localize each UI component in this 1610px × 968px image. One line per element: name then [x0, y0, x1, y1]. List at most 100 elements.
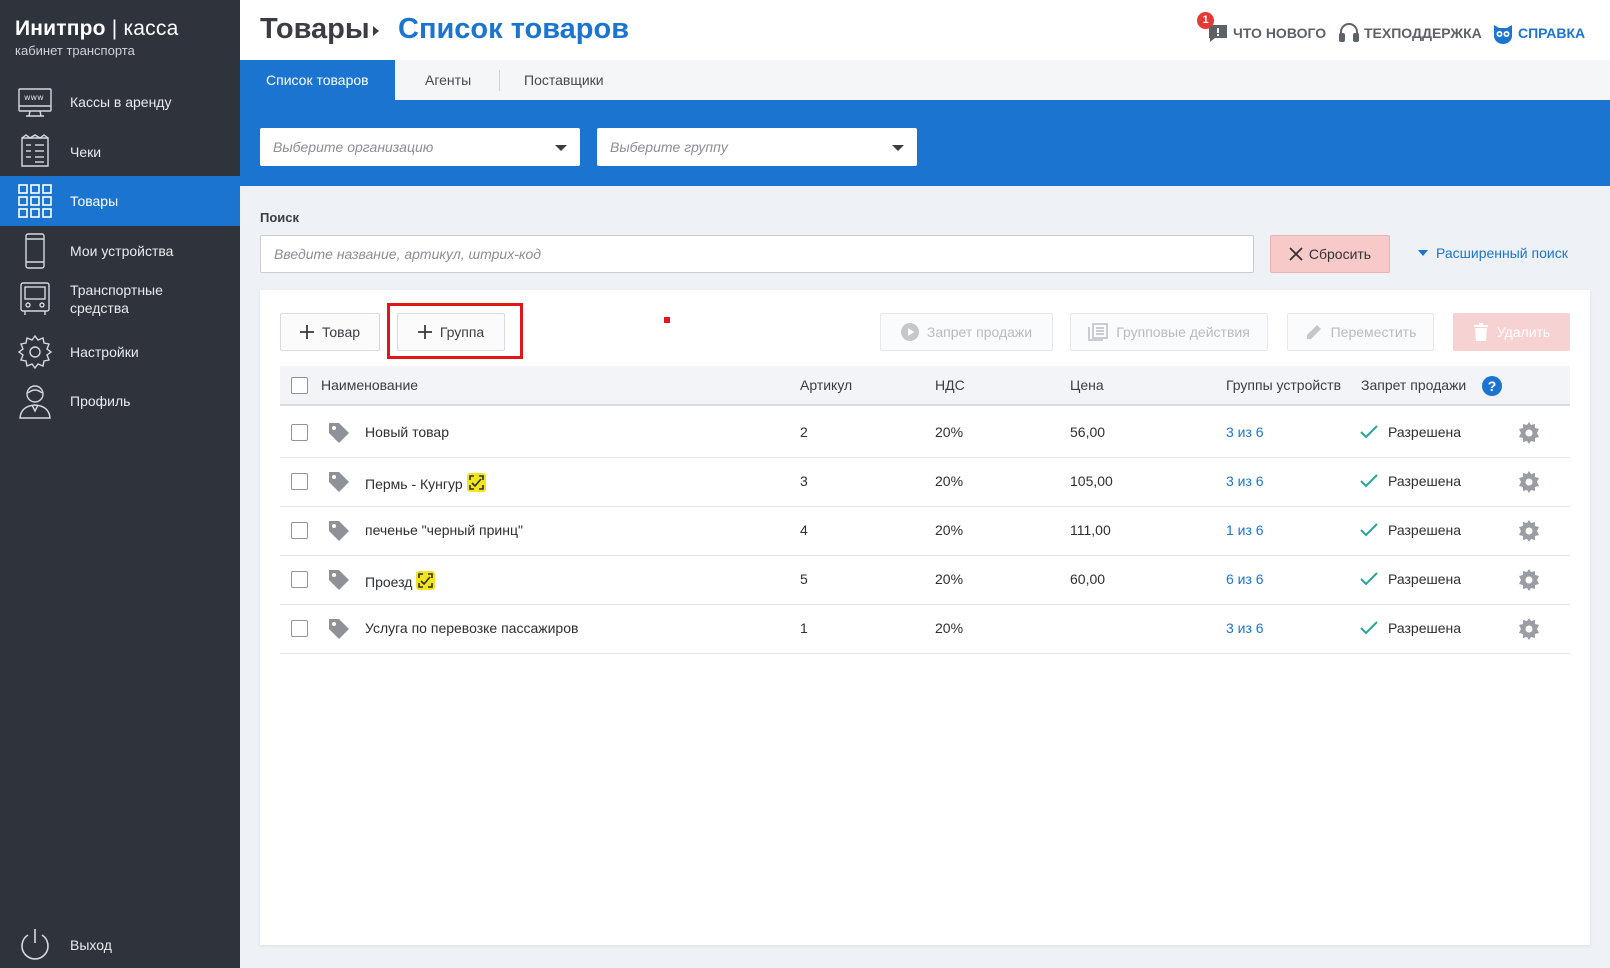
table-row[interactable]: печенье "черный принц" 4 20% 111,00 1 из…	[280, 506, 1570, 556]
product-name[interactable]: Пермь - Кунгур	[365, 473, 486, 492]
ban-sale-button[interactable]: Запрет продажи	[880, 313, 1053, 351]
reset-label: Сбросить	[1308, 246, 1372, 262]
breadcrumb-arrow-icon	[373, 26, 379, 36]
chevron-down-icon	[892, 145, 904, 151]
sidebar-item-profile[interactable]: Профиль	[0, 376, 240, 426]
move-label: Переместить	[1330, 324, 1417, 340]
organization-select[interactable]: Выберите организацию	[260, 128, 580, 166]
device-groups-link[interactable]: 3 из 6	[1226, 424, 1264, 440]
list-actions-icon	[1088, 323, 1109, 341]
gear-icon[interactable]	[1518, 520, 1540, 542]
device-groups-link[interactable]: 3 из 6	[1226, 473, 1264, 489]
gear-icon[interactable]	[1518, 618, 1540, 640]
tab-product-list[interactable]: Список товаров	[240, 60, 395, 101]
caret-down-icon	[1418, 250, 1428, 256]
row-checkbox[interactable]	[291, 571, 308, 588]
tab-agents[interactable]: Агенты	[425, 60, 471, 101]
column-price[interactable]: Цена	[1070, 377, 1104, 393]
table-row[interactable]: Новый товар 2 20% 56,00 3 из 6 Разрешена	[280, 408, 1570, 458]
table-row[interactable]: Пермь - Кунгур 3 20% 105,00 3 из 6 Разре…	[280, 457, 1570, 507]
help-label: СПРАВКА	[1518, 25, 1586, 41]
move-button[interactable]: Переместить	[1287, 313, 1434, 351]
gear-icon[interactable]	[1518, 422, 1540, 444]
tag-icon	[329, 619, 349, 639]
sidebar-item-products[interactable]: Товары	[0, 176, 240, 226]
sale-status: Разрешена	[1388, 473, 1462, 489]
power-icon	[21, 929, 49, 960]
table-row[interactable]: Проезд 5 20% 60,00 6 из 6 Разрешена	[280, 555, 1570, 605]
whats-new-link[interactable]: 1 ЧТО НОВОГО	[1197, 12, 1327, 44]
row-checkbox[interactable]	[291, 473, 308, 490]
plus-icon	[299, 325, 314, 339]
delete-label: Удалить	[1496, 324, 1551, 340]
product-price: 111,00	[1070, 522, 1111, 538]
tab-suppliers[interactable]: Поставщики	[524, 60, 604, 101]
sidebar-item-vehicles[interactable]: Транспортные средства	[0, 274, 240, 324]
gear-icon[interactable]	[1518, 569, 1540, 591]
product-price: 105,00	[1070, 473, 1113, 489]
help-link[interactable]: СПРАВКА	[1492, 22, 1585, 44]
advanced-search-label: Расширенный поиск	[1436, 245, 1568, 261]
select-all-checkbox[interactable]	[291, 377, 308, 394]
sidebar-item-label: Профиль	[70, 393, 131, 409]
gear-icon[interactable]	[1518, 471, 1540, 493]
row-checkbox[interactable]	[291, 620, 308, 637]
product-vat: 20%	[935, 620, 964, 636]
delete-button[interactable]: Удалить	[1453, 313, 1570, 351]
sidebar-item-label: Транспортные средства	[70, 282, 163, 316]
device-groups-link[interactable]: 6 из 6	[1226, 571, 1264, 587]
tag-icon	[329, 521, 349, 541]
breadcrumb-root[interactable]: Товары	[260, 13, 370, 46]
sidebar-item-receipts[interactable]: Чеки	[0, 127, 240, 177]
close-icon	[1289, 247, 1303, 261]
product-name[interactable]: Новый товар	[365, 424, 449, 440]
product-name-text: печенье "черный принц"	[365, 522, 523, 538]
product-vat: 20%	[935, 571, 964, 587]
product-article: 3	[800, 473, 808, 489]
product-name[interactable]: Услуга по перевозке пассажиров	[365, 620, 578, 636]
headset-icon	[1339, 23, 1359, 42]
support-link[interactable]: ТЕХПОДДЕРЖКА	[1338, 22, 1482, 44]
product-name[interactable]: Проезд	[365, 571, 436, 590]
product-article: 1	[800, 620, 808, 636]
product-name-text: Новый товар	[365, 424, 449, 440]
sidebar-item-my-devices[interactable]: Мои устройства	[0, 226, 240, 276]
column-article[interactable]: Артикул	[800, 377, 852, 393]
question-icon[interactable]: ?	[1482, 376, 1502, 396]
device-groups-link[interactable]: 3 из 6	[1226, 620, 1264, 636]
sidebar-item-rent-cashboxes[interactable]: www Кассы в аренду	[0, 77, 240, 127]
column-sale-ban[interactable]: Запрет продажи	[1361, 377, 1466, 393]
logout-label: Выход	[70, 937, 112, 953]
search-input[interactable]	[260, 235, 1254, 273]
check-icon	[1360, 425, 1378, 439]
table-row[interactable]: Услуга по перевозке пассажиров 1 20% 3 и…	[280, 604, 1570, 654]
product-name[interactable]: печенье "черный принц"	[365, 522, 523, 538]
qr-code-icon	[466, 473, 486, 492]
device-groups-link[interactable]: 1 из 6	[1226, 522, 1264, 538]
whats-new-label: ЧТО НОВОГО	[1233, 25, 1327, 41]
sidebar-item-label: Мои устройства	[70, 243, 174, 259]
row-checkbox[interactable]	[291, 522, 308, 539]
row-checkbox[interactable]	[291, 424, 308, 441]
product-name-text: Услуга по перевозке пассажиров	[365, 620, 579, 636]
add-product-button[interactable]: Товар	[280, 313, 380, 351]
group-select[interactable]: Выберите группу	[597, 128, 917, 166]
product-article: 2	[800, 424, 808, 440]
column-vat[interactable]: НДС	[935, 377, 965, 393]
annotation-dot	[664, 317, 670, 323]
brand-logo[interactable]: Инитпро | касса кабинет транспорта	[15, 17, 178, 58]
group-actions-button[interactable]: Групповые действия	[1070, 313, 1268, 351]
qr-code-icon	[416, 571, 436, 590]
column-name[interactable]: Наименование	[321, 377, 418, 393]
reset-button[interactable]: Сбросить	[1270, 235, 1390, 273]
check-icon	[1360, 523, 1378, 537]
sale-status: Разрешена	[1388, 571, 1462, 587]
svg-text:www: www	[24, 93, 44, 102]
product-article: 5	[800, 571, 808, 587]
advanced-search-link[interactable]: Расширенный поиск	[1418, 245, 1568, 261]
column-device-groups[interactable]: Группы устройств	[1226, 377, 1341, 393]
gear-icon	[17, 334, 53, 370]
logout-button[interactable]: Выход	[0, 920, 240, 968]
sidebar-item-settings[interactable]: Настройки	[0, 327, 240, 377]
page-title: Список товаров	[398, 13, 630, 45]
